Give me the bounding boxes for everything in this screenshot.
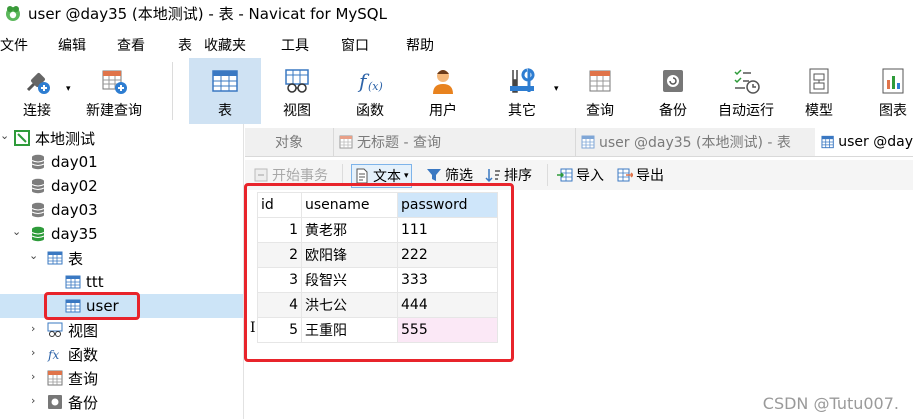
backup-icon	[663, 70, 683, 92]
table-icon	[581, 135, 595, 149]
toolbar-user-button[interactable]: 用户	[414, 58, 472, 124]
toolbar-table-button[interactable]: 表	[189, 58, 261, 124]
tree-tables-group[interactable]: 表	[47, 246, 83, 270]
menu-view[interactable]: 查看	[117, 35, 145, 55]
tree-db-day02[interactable]: day02	[30, 174, 98, 198]
toolbar-separator	[172, 62, 173, 120]
table-icon	[212, 70, 238, 92]
tree-table-ttt[interactable]: ttt	[65, 270, 104, 294]
chart-icon	[882, 68, 904, 94]
connect-dropdown-arrow-icon[interactable]: ▾	[66, 84, 71, 94]
toolbar-view-button[interactable]: 视图	[268, 58, 326, 124]
tree-db-day03[interactable]: day03	[30, 198, 98, 222]
tools-icon	[510, 68, 535, 93]
query-icon	[339, 135, 353, 149]
chevron-down-icon: ▾	[404, 171, 409, 181]
text-document-icon	[356, 168, 368, 184]
toolbar-connect-button[interactable]: 连接	[8, 58, 66, 124]
chevron-down-icon[interactable]: ⌄	[29, 249, 38, 262]
main-toolbar: 连接 ▾ 新建查询 表 视图 f (x) 函数 用户 其它 ▾ 查询 备份 自动…	[0, 58, 913, 124]
text-cursor-icon: I	[250, 320, 256, 336]
tab-user-table-active[interactable]: user @day	[815, 128, 913, 156]
navicat-logo-icon	[6, 6, 20, 21]
menu-edit[interactable]: 编辑	[58, 35, 86, 55]
toolbar-model-button[interactable]: 模型	[790, 58, 848, 124]
tree-views-group[interactable]: 视图	[47, 318, 98, 342]
tree-functions-group[interactable]: fx 函数	[47, 342, 98, 366]
new-query-icon	[102, 70, 127, 94]
chevron-down-icon[interactable]: ⌄	[0, 129, 9, 142]
menu-table[interactable]: 表	[178, 35, 192, 55]
tree-queries-group[interactable]: 查询	[47, 366, 98, 390]
tree-backups-group[interactable]: 备份	[47, 390, 98, 414]
watermark: CSDN @Tutu007.	[762, 394, 899, 413]
toolbar-new-query-button[interactable]: 新建查询	[80, 58, 148, 124]
connection-icon	[26, 73, 50, 94]
tab-user-table[interactable]: user @day35 (本地测试) - 表	[575, 128, 816, 156]
toolbar-other-button[interactable]: 其它	[493, 58, 551, 124]
export-icon	[617, 168, 633, 182]
sort-icon	[485, 169, 500, 183]
toolbar-separator	[547, 164, 548, 186]
tree-db-day35[interactable]: day35	[30, 222, 98, 246]
chevron-right-icon[interactable]: ›	[31, 346, 35, 359]
menu-help[interactable]: 帮助	[406, 35, 434, 55]
function-icon: fx	[47, 348, 59, 362]
chevron-right-icon[interactable]: ›	[31, 394, 35, 407]
highlight-box-data-grid	[244, 183, 514, 362]
menu-bar: 文件 编辑 查看 表 收藏夹 工具 窗口 帮助	[0, 33, 913, 55]
toolbar-backup-button[interactable]: 备份	[644, 58, 702, 124]
chevron-right-icon[interactable]: ›	[31, 370, 35, 383]
chevron-right-icon[interactable]: ›	[31, 322, 35, 335]
toolbar-query-button[interactable]: 查询	[571, 58, 629, 124]
database-icon	[31, 178, 45, 194]
chevron-down-icon[interactable]: ⌄	[12, 225, 21, 238]
menu-window[interactable]: 窗口	[341, 35, 369, 55]
svg-text:fx: fx	[47, 348, 59, 362]
menu-file[interactable]: 文件	[0, 35, 28, 55]
svg-text:(x): (x)	[368, 80, 383, 93]
menu-tools[interactable]: 工具	[281, 35, 309, 55]
view-icon	[47, 322, 63, 337]
other-dropdown-arrow-icon[interactable]: ▾	[554, 84, 559, 94]
export-button[interactable]: 导出	[617, 164, 664, 186]
title-bar: user @day35 (本地测试) - 表 - Navicat for MyS…	[0, 0, 913, 26]
toolbar-function-button[interactable]: f (x) 函数	[341, 58, 399, 124]
backup-icon	[48, 395, 62, 409]
open-database-icon	[31, 226, 45, 242]
transaction-icon	[254, 168, 268, 182]
toolbar-chart-button[interactable]: 图表	[864, 58, 913, 124]
tree-connection[interactable]: 本地测试	[14, 126, 95, 150]
tree-db-day01[interactable]: day01	[30, 150, 98, 174]
menu-favorites[interactable]: 收藏夹	[204, 35, 246, 55]
function-icon: f (x)	[357, 69, 383, 93]
highlight-box-user-table	[44, 292, 140, 320]
view-icon	[285, 69, 309, 93]
window-title: user @day35 (本地测试) - 表 - Navicat for MyS…	[28, 4, 387, 23]
table-icon	[47, 251, 63, 265]
import-button[interactable]: 导入	[557, 164, 604, 186]
database-icon	[31, 202, 45, 218]
tab-untitled-query[interactable]: 无标题 - 查询	[333, 128, 576, 156]
query-icon	[47, 370, 63, 386]
document-tabs: 对象 无标题 - 查询 user @day35 (本地测试) - 表 user …	[245, 128, 913, 157]
toolbar-schedule-button[interactable]: 自动运行	[712, 58, 780, 124]
user-icon	[433, 70, 453, 94]
query-icon	[589, 70, 611, 92]
filter-icon	[427, 169, 441, 181]
database-icon	[31, 154, 45, 170]
table-icon	[821, 135, 834, 149]
model-icon	[809, 68, 829, 94]
navigation-tree: ⌄ 本地测试 day01 day02 day03 ⌄ day35 ⌄ 表 ttt…	[0, 124, 244, 419]
import-icon	[557, 168, 573, 182]
tab-objects[interactable]: 对象	[245, 128, 334, 156]
mysql-connection-icon	[14, 130, 30, 146]
schedule-icon	[734, 69, 760, 94]
table-icon	[65, 275, 81, 289]
